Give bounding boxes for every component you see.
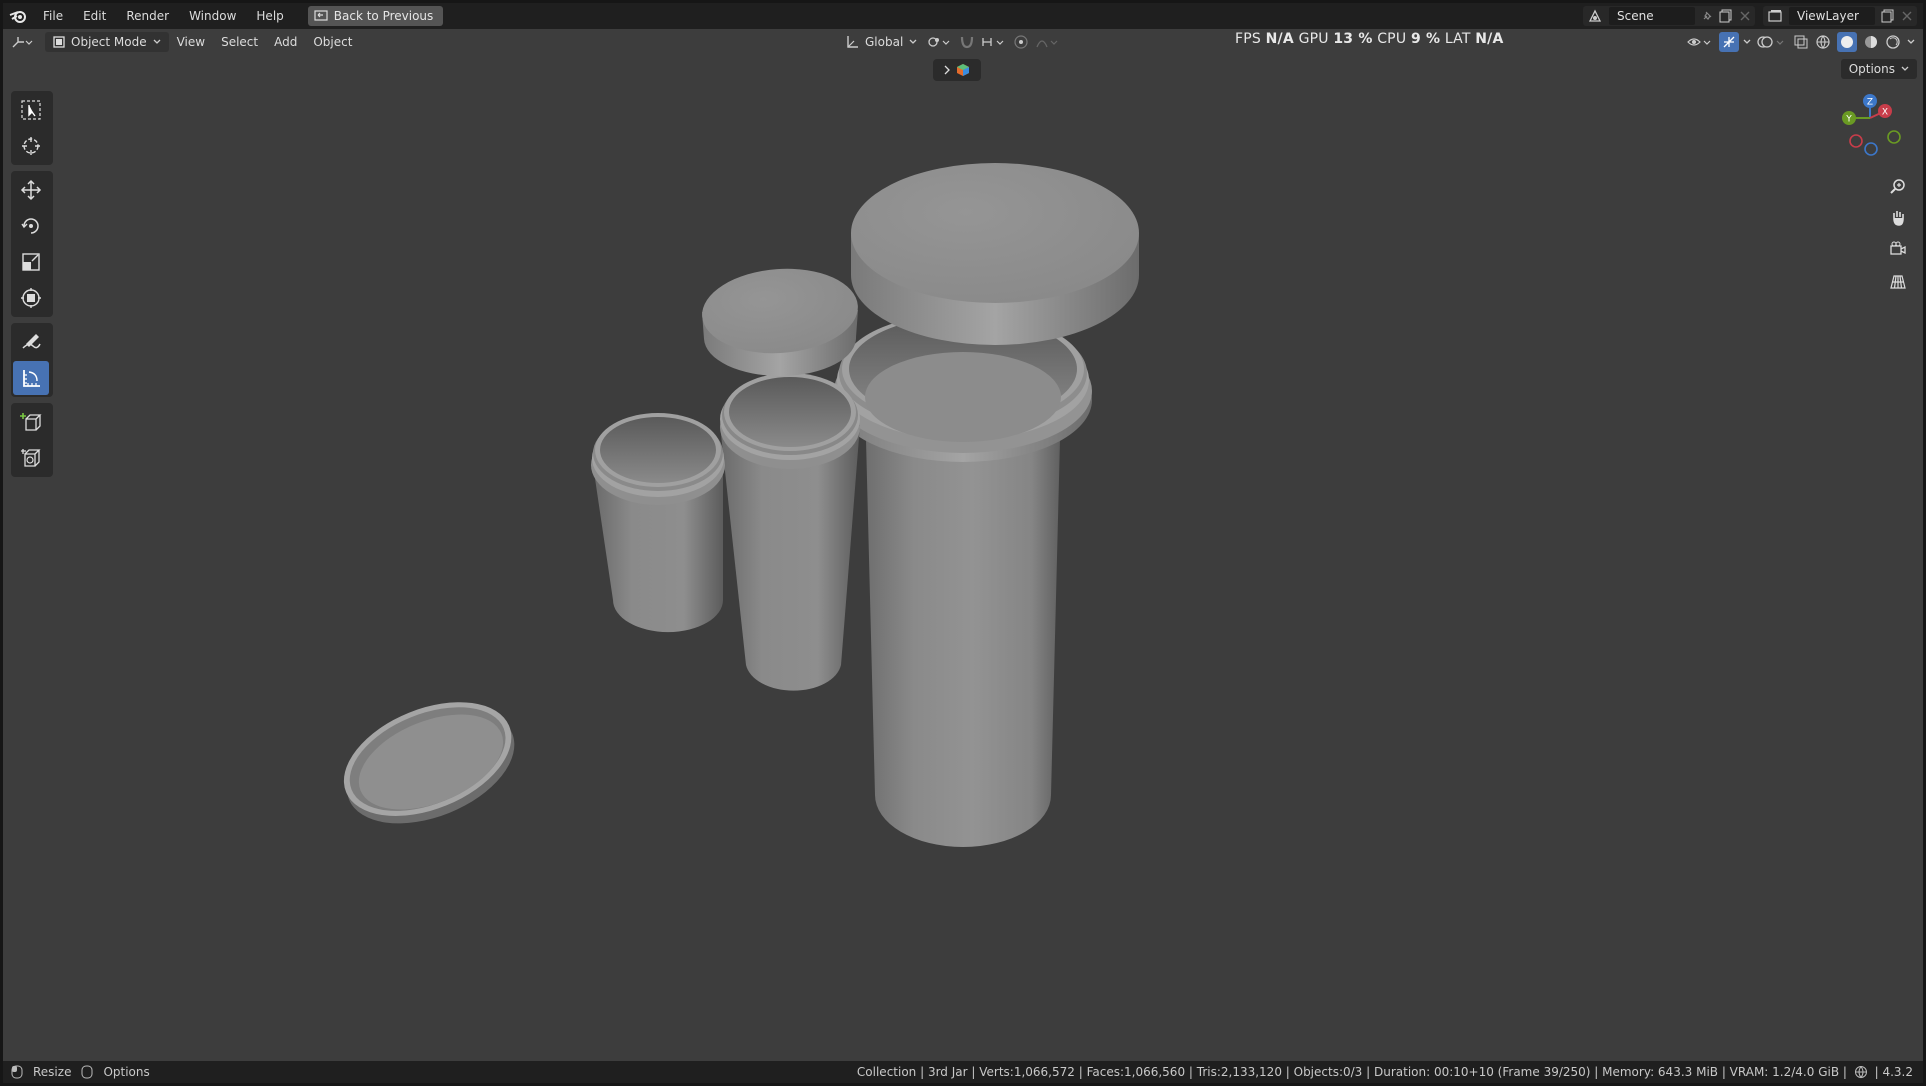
perspective-grid-icon: [1890, 275, 1906, 289]
view-layer-icon: [1768, 10, 1782, 22]
camera-icon: [1890, 241, 1906, 255]
navigation-gizmo[interactable]: Z X Y: [1835, 93, 1905, 163]
menu-help[interactable]: Help: [246, 3, 293, 29]
svg-text:Y: Y: [1845, 115, 1852, 125]
jar-small[interactable]: [591, 413, 725, 633]
proportional-editing-icon[interactable]: [1013, 34, 1029, 50]
network-globe-icon: [1854, 1066, 1867, 1079]
transform-tools: Global: [841, 32, 1061, 52]
view-layer-selector[interactable]: ViewLayer: [1763, 6, 1917, 26]
status-hint-resize: Resize: [33, 1065, 72, 1079]
transform-orientation-selector[interactable]: Global: [841, 32, 921, 52]
scene-statistics-text: Collection | 3rd Jar | Verts:1,066,572 |…: [856, 1065, 1847, 1079]
back-screen-icon: [314, 10, 328, 21]
new-scene-icon[interactable]: [1719, 9, 1733, 23]
rendered-shading-icon[interactable]: [1885, 34, 1901, 50]
jar-large[interactable]: [834, 313, 1092, 847]
status-hint-options: Options: [103, 1065, 150, 1079]
jar-medium[interactable]: [720, 373, 860, 691]
editor-type-button[interactable]: [3, 32, 41, 52]
viewport-header: Object Mode View Select Add Object Globa…: [3, 29, 1923, 55]
pin-icon[interactable]: [1701, 10, 1713, 22]
mode-selector[interactable]: Object Mode: [45, 32, 169, 52]
status-hints: Resize Options: [3, 1065, 150, 1079]
solid-shading-button[interactable]: [1837, 32, 1857, 52]
chevron-down-icon[interactable]: [1743, 39, 1751, 45]
lat-value: N/A: [1475, 31, 1504, 47]
new-view-layer-icon[interactable]: [1881, 9, 1895, 23]
cpu-value: 9 %: [1410, 31, 1441, 47]
gpu-value: 13 %: [1333, 31, 1373, 47]
lat-label: LAT: [1444, 31, 1471, 47]
viewport-scene[interactable]: [3, 55, 1923, 1060]
menu-select[interactable]: Select: [213, 32, 266, 52]
chevron-down-icon[interactable]: [1907, 39, 1915, 45]
menu-file[interactable]: File: [33, 3, 73, 29]
menu-render[interactable]: Render: [116, 3, 179, 29]
overlays-icon[interactable]: [1757, 35, 1787, 49]
snap-icon[interactable]: [959, 34, 975, 50]
mouse-left-icon: [11, 1065, 23, 1079]
object-mode-icon: [53, 36, 65, 48]
menu-edit[interactable]: Edit: [73, 3, 116, 29]
delete-view-layer-icon[interactable]: [1901, 10, 1913, 22]
wireframe-shading-icon[interactable]: [1815, 34, 1831, 50]
gizmo-toggle-button[interactable]: [1719, 32, 1739, 52]
material-shading-icon[interactable]: [1863, 34, 1879, 50]
status-bar: Resize Options Collection | 3rd Jar | Ve…: [3, 1061, 1923, 1083]
top-menubar: File Edit Render Window Help Back to Pre…: [3, 3, 1923, 29]
back-to-previous-label: Back to Previous: [333, 9, 434, 23]
transform-orientation-label: Global: [865, 35, 904, 49]
pivot-point-icon[interactable]: [927, 35, 953, 49]
orientation-axes-icon: [847, 36, 858, 48]
performance-stats: FPS N/A GPU 13 % CPU 9 % LAT N/A: [1235, 31, 1504, 47]
zoom-icon: [1890, 179, 1905, 194]
scene-selector[interactable]: Scene: [1583, 6, 1755, 26]
cpu-label: CPU: [1377, 31, 1407, 47]
svg-text:Z: Z: [1867, 98, 1873, 108]
delete-scene-icon[interactable]: [1739, 10, 1751, 22]
mouse-right-icon: [81, 1065, 93, 1079]
gizmo-icon: [1723, 36, 1735, 48]
camera-view-button[interactable]: [1885, 237, 1911, 263]
scene-statistics: Collection | 3rd Jar | Verts:1,066,572 |…: [856, 1065, 1913, 1079]
scene-name[interactable]: Scene: [1609, 7, 1695, 25]
chevron-down-icon: [153, 39, 161, 44]
chevron-down-icon: [909, 39, 917, 44]
pan-hand-icon: [1893, 211, 1904, 226]
zoom-button[interactable]: [1885, 173, 1911, 199]
blender-window: File Edit Render Window Help Back to Pre…: [3, 3, 1923, 1083]
workspace-selectors: Scene ViewLayer: [1583, 6, 1917, 26]
xray-icon[interactable]: [1793, 34, 1809, 50]
menu-object[interactable]: Object: [305, 32, 360, 52]
svg-text:X: X: [1882, 108, 1888, 118]
navigation-buttons: [1885, 173, 1911, 295]
snap-target-icon[interactable]: [981, 35, 1007, 49]
visibility-icon[interactable]: [1687, 35, 1713, 49]
solid-shading-icon: [1841, 36, 1853, 48]
lid-on-floor[interactable]: [327, 680, 531, 846]
fps-value: N/A: [1265, 31, 1294, 47]
menu-add[interactable]: Add: [266, 32, 305, 52]
gpu-label: GPU: [1298, 31, 1329, 47]
menu-view[interactable]: View: [169, 32, 213, 52]
pan-button[interactable]: [1885, 205, 1911, 231]
back-to-previous-button[interactable]: Back to Previous: [307, 6, 444, 26]
viewport-shading-tools: [1687, 32, 1915, 52]
editor-type-icon: [12, 37, 33, 48]
lid-large[interactable]: [851, 163, 1139, 345]
blender-version: 4.3.2: [1882, 1065, 1913, 1079]
lid-small[interactable]: [699, 264, 860, 376]
mode-label: Object Mode: [71, 35, 147, 49]
falloff-icon[interactable]: [1035, 35, 1061, 49]
perspective-toggle-button[interactable]: [1885, 269, 1911, 295]
menu-window[interactable]: Window: [179, 3, 246, 29]
scene-icon: [1588, 9, 1602, 22]
fps-label: FPS: [1235, 31, 1261, 47]
view-layer-name[interactable]: ViewLayer: [1789, 7, 1875, 25]
blender-logo-icon[interactable]: [3, 3, 33, 29]
